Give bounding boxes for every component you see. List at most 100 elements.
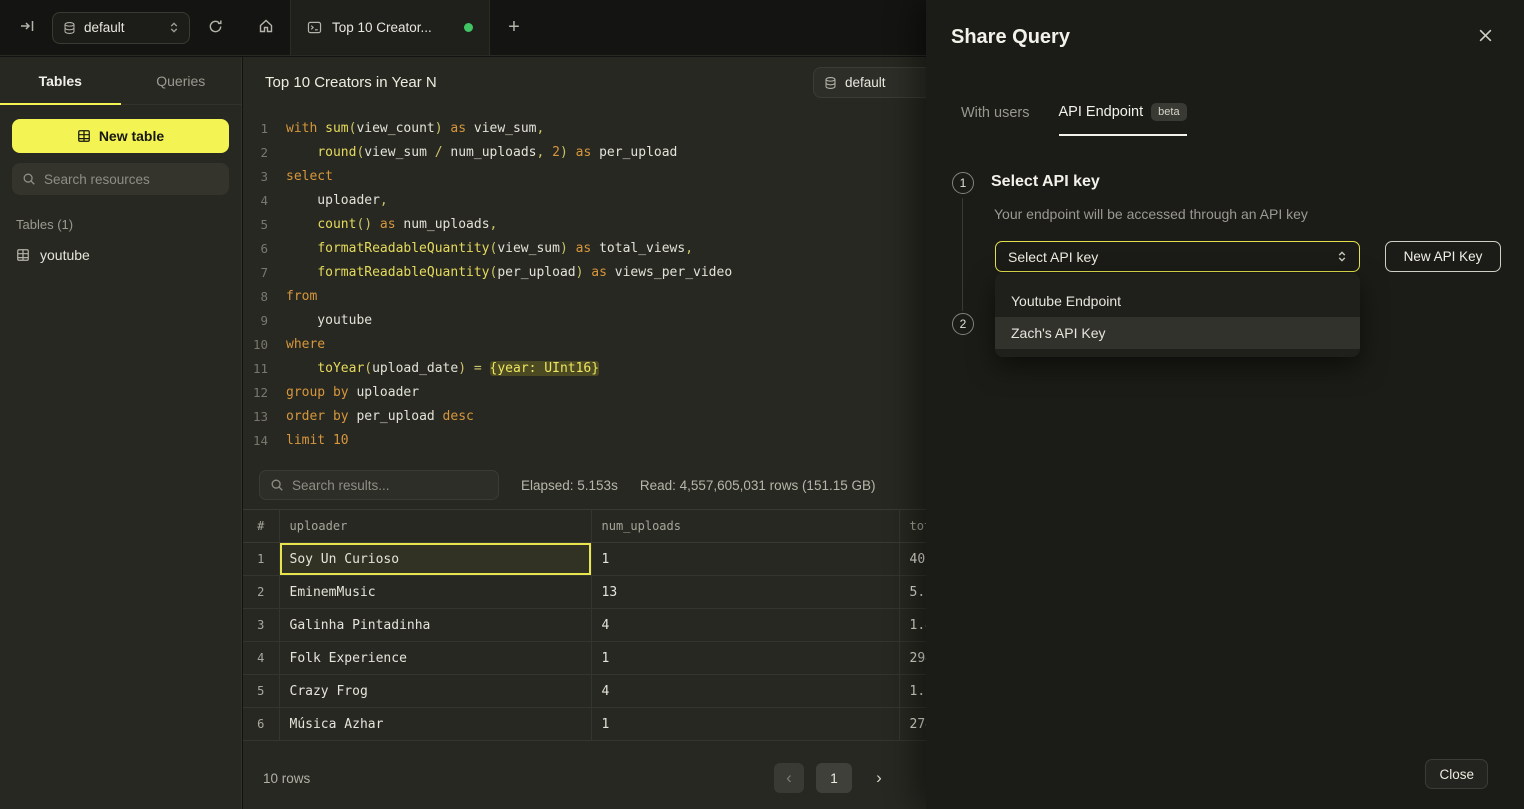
plus-icon: + (508, 16, 520, 39)
new-api-key-button[interactable]: New API Key (1385, 241, 1501, 272)
database-icon (63, 21, 76, 35)
line-number: 6 (243, 241, 268, 256)
line-number: 13 (243, 409, 268, 424)
refresh-icon (208, 19, 223, 37)
cell-num-uploads[interactable]: 1 (591, 642, 899, 675)
cell-uploader[interactable]: Galinha Pintadinha (279, 609, 591, 642)
cell-index[interactable]: 3 (243, 609, 279, 642)
cell-index[interactable]: 1 (243, 543, 279, 576)
cell-num-uploads[interactable]: 4 (591, 609, 899, 642)
line-number: 10 (243, 337, 268, 352)
query-tab[interactable]: Top 10 Creator... (290, 0, 490, 55)
chevron-left-icon: ‹ (786, 768, 792, 788)
table-grid-icon (77, 129, 91, 143)
tab-with-users[interactable]: With users (961, 105, 1030, 136)
line-number: 9 (243, 313, 268, 328)
next-page-button[interactable]: › (864, 763, 894, 793)
sidebar-search[interactable] (12, 163, 229, 195)
search-resources-input[interactable] (44, 172, 219, 187)
tab-api-endpoint[interactable]: API Endpoint beta (1059, 103, 1187, 136)
step-1-number: 1 (960, 176, 967, 190)
row-count-label: 10 rows (263, 771, 310, 786)
line-number: 5 (243, 217, 268, 232)
refresh-button[interactable] (202, 15, 228, 41)
column-header-num-uploads[interactable]: num_uploads (591, 510, 899, 543)
cell-uploader[interactable]: Folk Experience (279, 642, 591, 675)
cell-num-uploads[interactable]: 13 (591, 576, 899, 609)
step-1-indicator: 1 (952, 172, 974, 194)
close-panel-button[interactable] (1476, 26, 1495, 45)
tab-tables[interactable]: Tables (0, 57, 121, 104)
topbar-left: default (0, 0, 242, 55)
query-database-value: default (845, 75, 886, 90)
cell-uploader[interactable]: EminemMusic (279, 576, 591, 609)
query-title: Top 10 Creators in Year N (265, 74, 437, 91)
line-number: 3 (243, 169, 268, 184)
tab-strip: Top 10 Creator... + (242, 0, 538, 55)
database-icon (824, 76, 837, 90)
api-key-select[interactable]: Select API key (995, 241, 1360, 272)
sidebar-tabs: Tables Queries (0, 57, 241, 105)
current-page: 1 (816, 763, 852, 793)
home-button[interactable] (242, 0, 290, 55)
search-results-input[interactable] (292, 478, 488, 493)
search-icon (22, 172, 36, 186)
panel-tabs: With users API Endpoint beta (926, 103, 1524, 136)
line-number: 11 (243, 361, 268, 376)
search-icon (270, 478, 284, 492)
cell-uploader[interactable]: Soy Un Curioso (279, 543, 591, 576)
query-tab-label: Top 10 Creator... (332, 20, 454, 35)
line-number: 12 (243, 385, 268, 400)
table-name: youtube (40, 247, 90, 263)
cell-uploader[interactable]: Crazy Frog (279, 675, 591, 708)
tab-queries[interactable]: Queries (121, 57, 242, 104)
api-key-option[interactable]: Youtube Endpoint (995, 285, 1360, 317)
results-search[interactable] (259, 470, 499, 500)
cell-index[interactable]: 4 (243, 642, 279, 675)
new-tab-button[interactable]: + (490, 0, 538, 55)
home-icon (258, 18, 274, 37)
query-tab-icon (307, 21, 322, 34)
table-icon (16, 248, 30, 262)
cell-index[interactable]: 6 (243, 708, 279, 741)
database-selector-value: default (84, 20, 161, 35)
line-number: 14 (243, 433, 268, 448)
api-key-option[interactable]: Zach's API Key (995, 317, 1360, 349)
panel-title: Share Query (951, 26, 1070, 49)
cell-index[interactable]: 2 (243, 576, 279, 609)
step-2-indicator: 2 (952, 313, 974, 335)
line-number: 7 (243, 265, 268, 280)
chevron-updown-icon (1337, 250, 1347, 263)
sidebar-item-youtube[interactable]: youtube (0, 240, 241, 270)
share-query-panel: Share Query With users API Endpoint beta… (926, 0, 1524, 809)
step-connector (962, 198, 963, 311)
collapse-sidebar-icon (19, 19, 35, 36)
line-number: 4 (243, 193, 268, 208)
cell-uploader[interactable]: Música Azhar (279, 708, 591, 741)
close-icon (1478, 28, 1493, 43)
beta-badge: beta (1151, 103, 1186, 121)
api-key-menu: Youtube EndpointZach's API Key (995, 273, 1360, 357)
tab-unsaved-dot (464, 23, 473, 32)
database-selector[interactable]: default (52, 12, 190, 44)
line-number: 2 (243, 145, 268, 160)
pagination: ‹ 1 › (774, 763, 894, 793)
cell-num-uploads[interactable]: 1 (591, 708, 899, 741)
select-api-key-heading: Select API key (991, 173, 1100, 191)
cell-index[interactable]: 5 (243, 675, 279, 708)
chevron-right-icon: › (876, 768, 882, 788)
new-table-label: New table (99, 128, 164, 144)
close-button[interactable]: Close (1425, 759, 1488, 789)
column-header-index[interactable]: # (243, 510, 279, 543)
cell-num-uploads[interactable]: 1 (591, 543, 899, 576)
column-header-uploader[interactable]: uploader (279, 510, 591, 543)
prev-page-button[interactable]: ‹ (774, 763, 804, 793)
select-api-key-description: Your endpoint will be accessed through a… (994, 206, 1308, 222)
collapse-sidebar-button[interactable] (14, 15, 40, 41)
read-stat: Read: 4,557,605,031 rows (151.15 GB) (640, 478, 876, 493)
new-table-button[interactable]: New table (12, 119, 229, 153)
tables-section-label: Tables (1) (16, 217, 225, 232)
api-key-select-value: Select API key (1008, 249, 1098, 265)
tab-api-endpoint-label: API Endpoint (1059, 104, 1144, 120)
cell-num-uploads[interactable]: 4 (591, 675, 899, 708)
